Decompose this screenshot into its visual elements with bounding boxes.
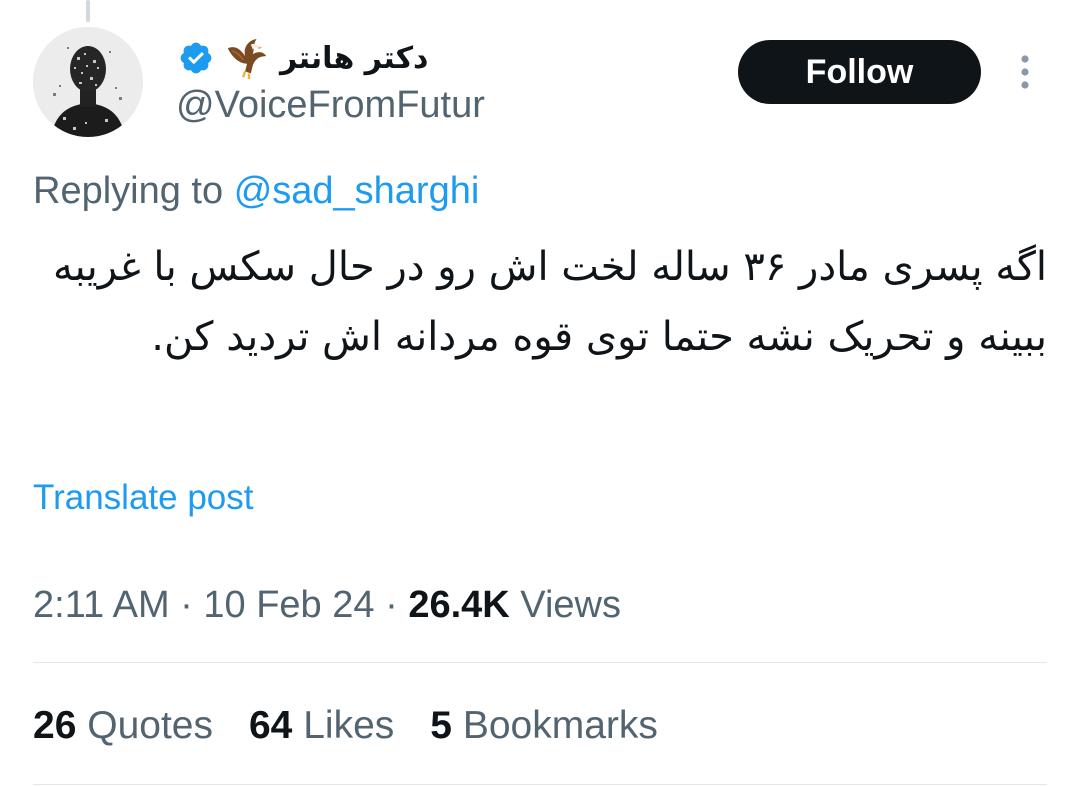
author-name-row[interactable]: دکتر هانتر [178, 34, 428, 82]
bookmarks-count: 5 [430, 704, 452, 747]
tweet-date[interactable]: 10 Feb 24 [203, 584, 374, 626]
bookmarks-label: Bookmarks [462, 704, 658, 747]
divider [33, 662, 1047, 663]
quotes-stat[interactable]: 26 Quotes [33, 704, 213, 748]
meta-separator: · [385, 584, 398, 626]
engagement-stats: 26 Quotes 64 Likes 5 Bookmarks [33, 704, 658, 748]
replying-to-prefix: Replying to [33, 170, 224, 212]
meta-separator: · [180, 584, 193, 626]
author-handle[interactable]: @VoiceFromFutur [176, 84, 485, 127]
avatar[interactable] [33, 27, 143, 137]
views-count: 26.4K [408, 584, 510, 626]
translate-post-link[interactable]: Translate post [33, 478, 253, 518]
more-vertical-icon[interactable] [1010, 52, 1040, 92]
likes-label: Likes [303, 704, 395, 747]
eagle-emoji-icon [227, 38, 267, 80]
quotes-label: Quotes [87, 704, 213, 747]
quotes-count: 26 [33, 704, 77, 747]
tweet-time[interactable]: 2:11 AM [33, 584, 170, 626]
tweet-text: اگه پسری مادر ۳۶ ساله لخت اش رو در حال س… [53, 244, 1047, 360]
thread-connector-line [86, 0, 90, 22]
likes-stat[interactable]: 64 Likes [249, 704, 394, 748]
views-label: Views [520, 584, 621, 626]
verified-badge-icon [180, 42, 212, 74]
pixelated-man-avatar-icon [33, 27, 143, 137]
bookmarks-stat[interactable]: 5 Bookmarks [430, 704, 658, 748]
reply-mention-link[interactable]: @sad_sharghi [234, 170, 480, 212]
divider [33, 784, 1047, 785]
replying-to: Replying to @sad_sharghi [33, 170, 479, 213]
author-display-name: دکتر هانتر [280, 40, 429, 76]
likes-count: 64 [248, 704, 293, 747]
follow-button[interactable]: Follow [738, 40, 981, 104]
tweet-meta: 2:11 AM · 10 Feb 24 · 26.4K Views [33, 584, 621, 627]
